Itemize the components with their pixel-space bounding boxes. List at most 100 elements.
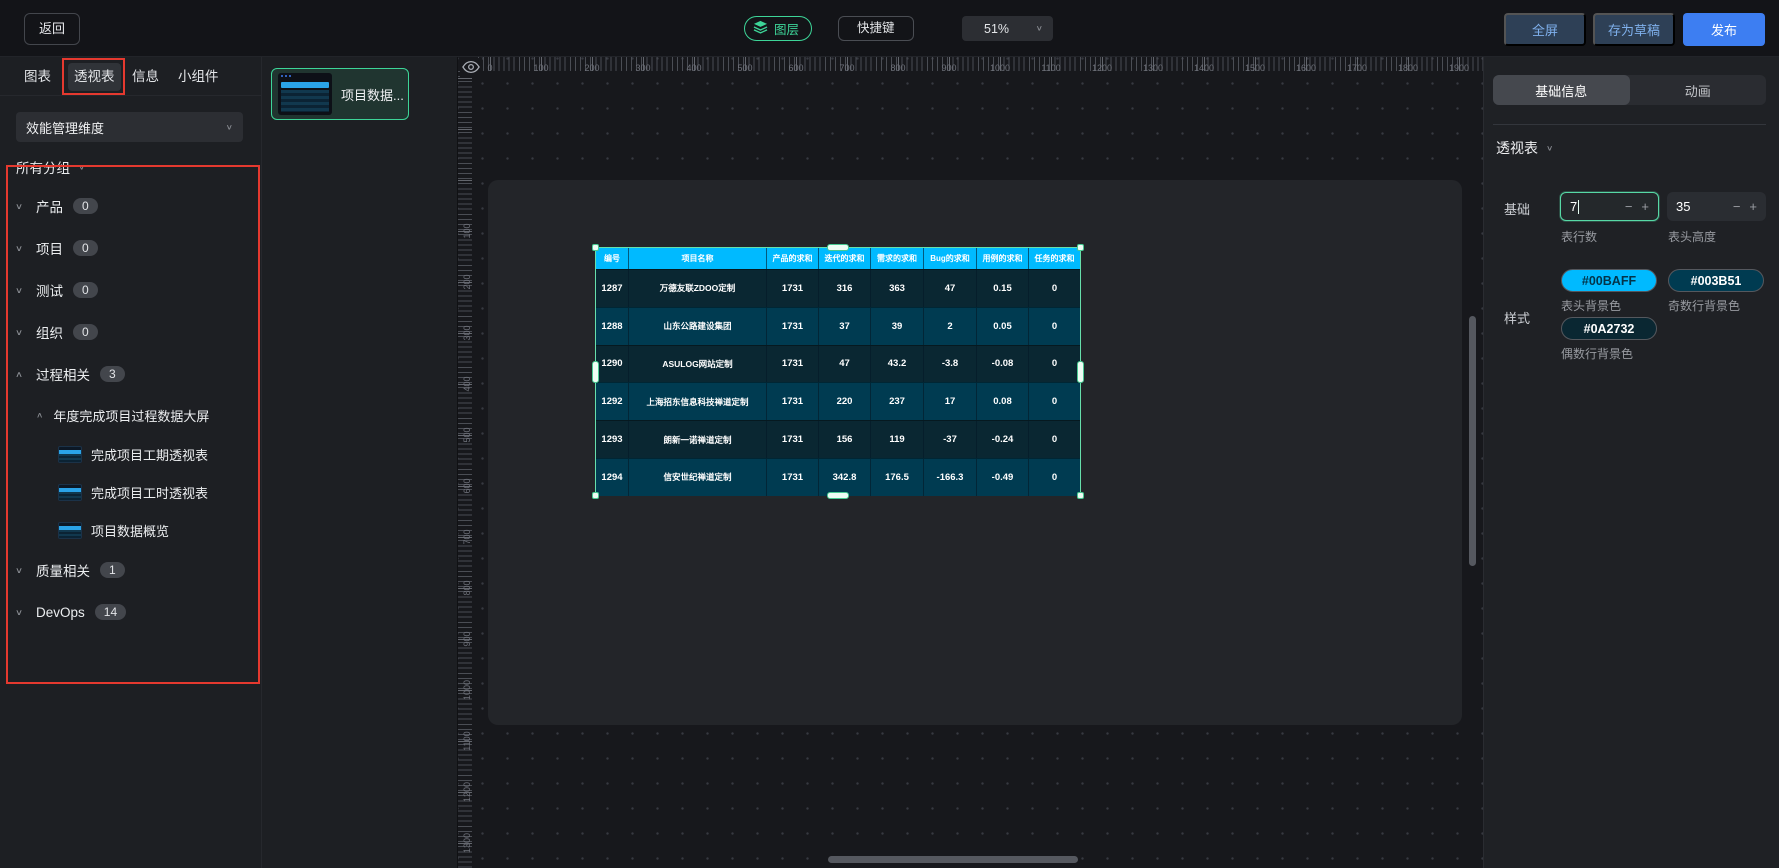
zoom-select[interactable]: 51% ∨ bbox=[962, 16, 1053, 41]
library-item-row[interactable]: 完成项目工期透视表 bbox=[12, 435, 252, 473]
pivot-table-cell: 0.15 bbox=[976, 270, 1028, 307]
dimension-select[interactable]: 效能管理维度 ∨ bbox=[16, 112, 243, 142]
group-filter[interactable]: 所有分组 ∨ bbox=[16, 157, 85, 177]
plus-icon[interactable]: + bbox=[1641, 199, 1649, 214]
pivot-table-header-cell: 编号 bbox=[604, 254, 620, 263]
pivot-table-cell: 0 bbox=[1028, 270, 1080, 307]
h-ruler-label: 1200 bbox=[1091, 63, 1113, 73]
pivot-table-cell: 0.08 bbox=[976, 383, 1028, 421]
library-item-label: 完成项目工期透视表 bbox=[91, 447, 209, 463]
pivot-table-cell: 0 bbox=[1028, 421, 1080, 458]
fullscreen-button[interactable]: 全屏 bbox=[1504, 13, 1586, 46]
pivot-table-cell: 1294 bbox=[601, 471, 623, 483]
v-ruler-label: 400 bbox=[462, 376, 472, 392]
resize-handle-bottom[interactable] bbox=[827, 492, 849, 499]
tab-pivot-table[interactable]: 透视表 bbox=[68, 63, 121, 91]
header-bg-color-field[interactable]: #00BAFF bbox=[1561, 269, 1657, 292]
pivot-table-cell: 1731 bbox=[766, 458, 818, 496]
pivot-table-cell: 1287 bbox=[601, 282, 623, 294]
resize-handle-bottom-right[interactable] bbox=[1077, 492, 1084, 499]
library-group-count-badge: 0 bbox=[73, 240, 98, 256]
pivot-table-cell: -3.8 bbox=[923, 345, 976, 383]
pivot-table-cell: 363 bbox=[870, 270, 923, 307]
v-ruler-label: 200 bbox=[462, 274, 472, 290]
design-canvas[interactable]: 0 100 200 300 400 500 600 700 800 900 1000 1100 1200… bbox=[458, 57, 1483, 868]
top-toolbar: 返回 图层 快捷键 51% ∨ 全屏 存为草稿 发布 bbox=[0, 0, 1779, 57]
library-group-row[interactable]: ∨ 测试 0 bbox=[12, 269, 252, 311]
v-ruler-label: 700 bbox=[462, 529, 472, 545]
pivot-table-row: 1294 信安世纪禅道定制 1731 342.8 176.5 -166.3 -0.49 0 bbox=[596, 457, 1080, 496]
horizontal-scrollbar[interactable] bbox=[828, 856, 1078, 863]
resize-handle-top-left[interactable] bbox=[592, 244, 599, 251]
library-item-label: 项目数据概览 bbox=[91, 523, 170, 539]
library-group-row[interactable]: ∨ 项目 0 bbox=[12, 227, 252, 269]
resize-handle-left[interactable] bbox=[592, 360, 599, 383]
resize-handle-bottom-left[interactable] bbox=[592, 492, 599, 499]
library-group-row[interactable]: ∧ 过程相关 3 bbox=[12, 353, 252, 395]
h-ruler-label: 400 bbox=[686, 63, 702, 73]
library-item-row[interactable]: 完成项目工时透视表 bbox=[12, 473, 252, 511]
header-height-stepper[interactable]: 35 − + bbox=[1667, 192, 1766, 221]
chevron-down-icon: ∨ bbox=[1035, 24, 1043, 33]
minus-icon[interactable]: − bbox=[1733, 199, 1741, 214]
tab-widgets[interactable]: 小组件 bbox=[172, 63, 225, 91]
tab-animation[interactable]: 动画 bbox=[1630, 75, 1767, 105]
pivot-table-header-row: 编号 项目名称 产品的求和 迭代的求和 需求的求和 Bug的求和 用例的求和 任务的求和 bbox=[596, 248, 1080, 269]
tab-basic-info[interactable]: 基础信息 bbox=[1493, 75, 1630, 105]
header-height-value: 35 bbox=[1676, 199, 1691, 214]
even-row-bg-color-field[interactable]: #0A2732 bbox=[1561, 317, 1657, 340]
library-item-row[interactable]: 项目数据概览 bbox=[12, 511, 252, 549]
library-group-row[interactable]: ∨ 产品 0 bbox=[12, 185, 252, 227]
tab-info[interactable]: 信息 bbox=[126, 63, 165, 91]
pivot-table-cell: 2 bbox=[923, 307, 976, 345]
v-ruler-label: 1000 bbox=[462, 679, 472, 701]
back-button[interactable]: 返回 bbox=[24, 13, 81, 45]
layers-icon bbox=[753, 20, 768, 37]
v-ruler-label: 100 bbox=[462, 223, 472, 239]
row-count-stepper[interactable]: 7 − + bbox=[1560, 192, 1659, 221]
pivot-table-header-cell: 产品的求和 bbox=[766, 248, 818, 269]
resize-handle-right[interactable] bbox=[1077, 360, 1084, 383]
library-group-row[interactable]: ∨ DevOps 14 bbox=[12, 591, 252, 633]
library-subgroup-row[interactable]: ∧ 年度完成项目过程数据大屏 bbox=[12, 395, 252, 435]
thumbnail-card-selected[interactable]: 项目数据... bbox=[271, 68, 409, 120]
tab-charts[interactable]: 图表 bbox=[18, 63, 57, 91]
h-ruler-label: 1700 bbox=[1346, 63, 1368, 73]
v-ruler-label: 1300 bbox=[462, 832, 472, 854]
pivot-table-cell: 1731 bbox=[766, 270, 818, 307]
pivot-table-row: 1287 万德友联ZDOO定制 1731 316 363 47 0.15 0 bbox=[596, 269, 1080, 307]
resize-handle-top-right[interactable] bbox=[1077, 244, 1084, 251]
odd-row-bg-color-field[interactable]: #003B51 bbox=[1668, 269, 1764, 292]
vertical-scrollbar[interactable] bbox=[1469, 316, 1476, 566]
pivot-table-cell: -166.3 bbox=[923, 458, 976, 496]
layers-button[interactable]: 图层 bbox=[744, 16, 813, 41]
pivot-table-cell: 1288 bbox=[601, 320, 623, 332]
pivot-table-component[interactable]: 编号 项目名称 产品的求和 迭代的求和 需求的求和 Bug的求和 用例的求和 任务的求和 12… bbox=[592, 244, 1084, 499]
library-group-count-badge: 3 bbox=[100, 366, 125, 382]
h-ruler-label: 200 bbox=[584, 63, 600, 73]
v-ruler-label: 300 bbox=[462, 325, 472, 341]
save-draft-button[interactable]: 存为草稿 bbox=[1593, 13, 1675, 46]
resize-handle-top[interactable] bbox=[827, 244, 849, 251]
library-group-label: 过程相关 bbox=[36, 368, 90, 383]
library-group-row[interactable]: ∨ 质量相关 1 bbox=[12, 549, 252, 591]
library-group-count-badge: 14 bbox=[94, 604, 127, 620]
h-ruler-label: 1600 bbox=[1295, 63, 1317, 73]
shortcuts-button[interactable]: 快捷键 bbox=[838, 16, 914, 41]
pivot-table-row: 1292 上海招东信息科技禅道定制 1731 220 237 17 0.08 0 bbox=[596, 382, 1080, 421]
h-ruler-label: 1800 bbox=[1397, 63, 1419, 73]
publish-button[interactable]: 发布 bbox=[1683, 13, 1765, 46]
minus-icon[interactable]: − bbox=[1625, 199, 1633, 214]
library-group-label: 质量相关 bbox=[36, 564, 90, 579]
library-group-row[interactable]: ∨ 组织 0 bbox=[12, 311, 252, 353]
h-ruler-label: 1500 bbox=[1244, 63, 1266, 73]
component-section-header[interactable]: 透视表 ∨ bbox=[1496, 138, 1553, 158]
pivot-table-cell: -0.08 bbox=[976, 345, 1028, 383]
pivot-table-cell: 17 bbox=[923, 383, 976, 421]
pivot-table-cell: 220 bbox=[818, 383, 870, 421]
library-group-label: DevOps bbox=[36, 604, 85, 620]
pivot-table-cell: -0.49 bbox=[976, 458, 1028, 496]
plus-icon[interactable]: + bbox=[1749, 199, 1757, 214]
eye-icon[interactable] bbox=[460, 58, 482, 78]
pivot-table-cell: 0.05 bbox=[976, 307, 1028, 345]
